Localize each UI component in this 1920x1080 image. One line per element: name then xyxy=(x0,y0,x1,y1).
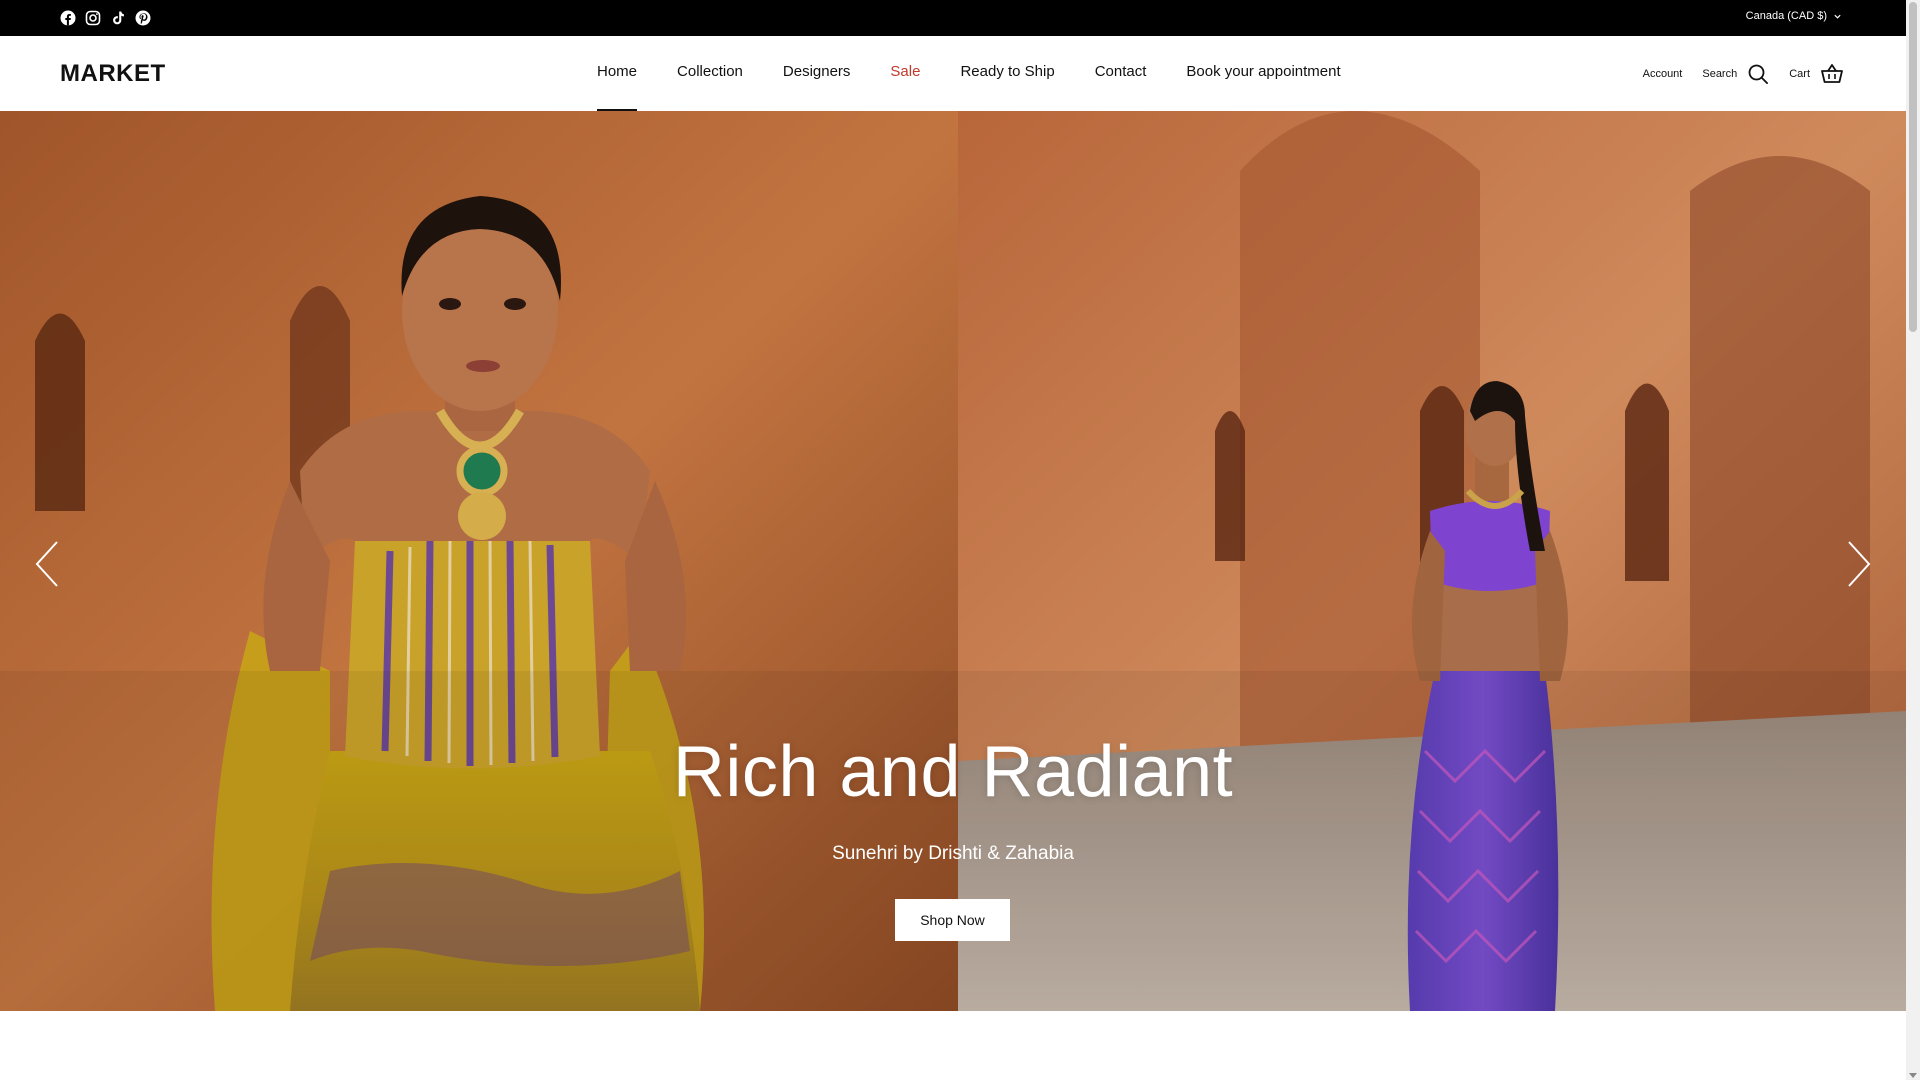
scrollbar-thumb[interactable] xyxy=(1909,2,1917,332)
tiktok-icon[interactable] xyxy=(110,10,126,26)
account-label: Account xyxy=(1642,67,1683,80)
main-nav: Home Collection Designers Sale Ready to … xyxy=(597,36,1381,111)
nav-item-sale[interactable]: Sale xyxy=(890,36,920,111)
chevron-down-icon xyxy=(1834,14,1841,19)
chevron-right-icon[interactable] xyxy=(1839,534,1879,594)
hero-slideshow: Rich and Radiant Sunehri by Drishti & Za… xyxy=(0,111,1906,1011)
nav-item-ready-to-ship[interactable]: Ready to Ship xyxy=(960,36,1054,111)
chevron-left-icon[interactable] xyxy=(27,534,67,594)
nav-item-collection[interactable]: Collection xyxy=(677,36,743,111)
search-icon xyxy=(1748,64,1769,84)
basket-icon xyxy=(1821,63,1843,83)
shop-now-button[interactable]: Shop Now xyxy=(895,899,1010,941)
search-label: Search xyxy=(1702,67,1738,80)
scroll-down-arrow-icon[interactable] xyxy=(1909,1073,1917,1078)
announcement-bar: Canada (CAD $) xyxy=(0,0,1906,36)
nav-item-book-appointment[interactable]: Book your appointment xyxy=(1186,36,1340,111)
site-header: MARKET Home Collection Designers Sale Re… xyxy=(0,36,1906,111)
social-links xyxy=(60,10,151,26)
cart-button[interactable]: Cart xyxy=(1789,63,1844,85)
facebook-icon[interactable] xyxy=(60,10,76,26)
currency-label: Canada (CAD $) xyxy=(1745,10,1827,22)
hero-image xyxy=(0,111,1906,1011)
hero-title: Rich and Radiant xyxy=(672,732,1234,812)
instagram-icon[interactable] xyxy=(85,10,101,26)
hero-subtitle: Sunehri by Drishti & Zahabia xyxy=(832,843,1074,864)
nav-item-home[interactable]: Home xyxy=(597,36,638,111)
pinterest-icon[interactable] xyxy=(135,10,151,26)
site-logo[interactable]: MARKET xyxy=(60,60,166,88)
currency-selector[interactable]: Canada (CAD $) xyxy=(1746,10,1842,22)
header-actions: Account Search Cart xyxy=(1643,36,1844,111)
nav-item-contact[interactable]: Contact xyxy=(1095,36,1147,111)
page-scrollbar[interactable] xyxy=(1906,0,1920,1080)
account-link[interactable]: Account xyxy=(1643,68,1683,80)
nav-item-designers[interactable]: Designers xyxy=(783,36,851,111)
search-button[interactable]: Search xyxy=(1702,63,1769,85)
cart-label: Cart xyxy=(1789,67,1810,80)
